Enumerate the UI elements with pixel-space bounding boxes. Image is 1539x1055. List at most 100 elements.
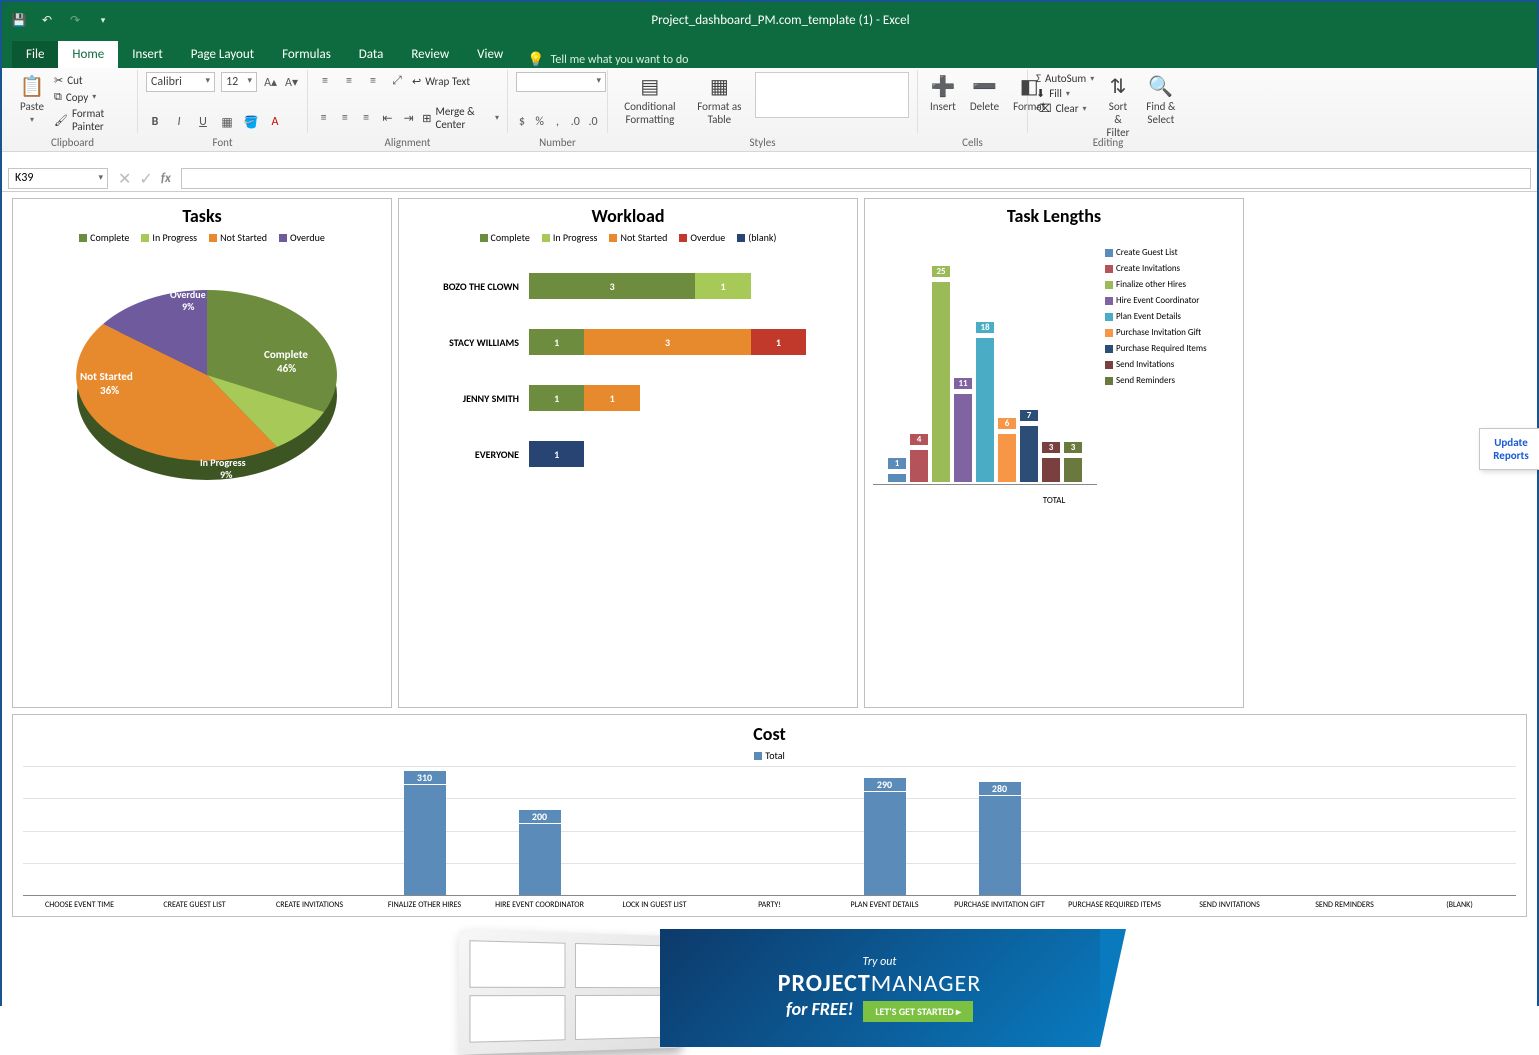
autosum-button[interactable]: ΣAutoSum▾ [1036, 72, 1094, 85]
increase-decimal-icon[interactable]: .0 [569, 113, 581, 131]
align-bottom-icon[interactable]: ≡ [364, 72, 382, 90]
workload-chart-panel[interactable]: Workload Complete In Progress Not Starte… [398, 198, 858, 708]
task-length-bar: 3 [1042, 458, 1060, 482]
orientation-icon[interactable]: ⤢ [388, 72, 406, 90]
task-length-legend-item: Purchase Invitation Gift [1105, 327, 1235, 338]
align-left-icon[interactable]: ≡ [316, 109, 331, 127]
paste-button[interactable]: 📋 Paste ▾ [16, 72, 48, 127]
indent-inc-icon[interactable]: ⇥ [401, 109, 416, 127]
cut-button[interactable]: ✂Cut [54, 74, 129, 87]
italic-button[interactable]: I [170, 113, 188, 131]
cost-x-label: SEND INVITATIONS [1173, 900, 1286, 910]
qat-dropdown-icon[interactable]: ▾ [94, 11, 112, 29]
cost-x-label: PURCHASE INVITATION GIFT [943, 900, 1056, 910]
conditional-formatting-button[interactable]: ▤Conditional Formatting [616, 72, 684, 128]
align-center-icon[interactable]: ≡ [337, 109, 352, 127]
clear-button[interactable]: ⌫Clear▾ [1036, 102, 1094, 115]
decrease-decimal-icon[interactable]: .0 [587, 113, 599, 131]
currency-icon[interactable]: $ [516, 113, 528, 131]
delete-cells-button[interactable]: ➖Delete [966, 72, 1003, 115]
name-box[interactable]: K39 [8, 168, 108, 189]
format-as-table-button[interactable]: ▦Format as Table [690, 72, 749, 128]
task-length-legend-item: Send Reminders [1105, 375, 1235, 386]
task-length-bar: 7 [1020, 426, 1038, 482]
cost-x-label: SEND REMINDERS [1288, 900, 1401, 910]
undo-icon[interactable]: ↶ [38, 11, 56, 29]
align-middle-icon[interactable]: ≡ [340, 72, 358, 90]
fx-icon[interactable]: fx [161, 171, 171, 186]
increase-font-icon[interactable]: A▴ [263, 73, 278, 91]
percent-icon[interactable]: % [534, 113, 546, 131]
format-painter-button[interactable]: 🖌Format Painter [54, 107, 129, 133]
task-length-bar: 1 [888, 474, 906, 482]
tab-data[interactable]: Data [345, 41, 398, 68]
tab-home[interactable]: Home [58, 41, 118, 68]
task-length-legend-item: Purchase Required Items [1105, 343, 1235, 354]
sigma-icon: Σ [1036, 72, 1041, 85]
tab-review[interactable]: Review [397, 41, 463, 68]
merge-center-button[interactable]: ⊞Merge & Center▾ [422, 105, 499, 131]
decrease-font-icon[interactable]: A▾ [284, 73, 299, 91]
group-editing: ΣAutoSum▾ ⬇Fill▾ ⌫Clear▾ ⇅Sort & Filter … [1028, 70, 1188, 133]
underline-button[interactable]: U [194, 113, 212, 131]
cost-chart-title: Cost [23, 719, 1516, 749]
number-format-select[interactable] [516, 72, 606, 92]
find-select-button[interactable]: 🔍Find & Select [1142, 72, 1180, 128]
tab-page-layout[interactable]: Page Layout [177, 41, 268, 68]
tell-me-label: Tell me what you want to do [551, 53, 689, 67]
cell-styles-gallery[interactable] [755, 72, 909, 118]
banner-cta-button[interactable]: LET'S GET STARTED ▸ [863, 1001, 973, 1022]
copy-icon: ⧉ [54, 90, 62, 104]
group-label-clipboard: Clipboard [8, 136, 137, 149]
delete-icon: ➖ [972, 74, 996, 98]
align-top-icon[interactable]: ≡ [316, 72, 334, 90]
comma-icon[interactable]: , [552, 113, 564, 131]
redo-icon[interactable]: ↷ [66, 11, 84, 29]
bold-button[interactable]: B [146, 113, 164, 131]
insert-cells-button[interactable]: ➕Insert [926, 72, 960, 115]
align-right-icon[interactable]: ≡ [359, 109, 374, 127]
tab-insert[interactable]: Insert [118, 41, 177, 68]
group-styles: ▤Conditional Formatting ▦Format as Table… [608, 70, 918, 133]
cost-x-label: PURCHASE REQUIRED ITEMS [1058, 900, 1171, 910]
wrap-text-button[interactable]: ↩Wrap Text [412, 75, 470, 88]
sort-filter-button[interactable]: ⇅Sort & Filter [1100, 72, 1136, 141]
cancel-formula-icon[interactable]: ✕ [118, 169, 131, 189]
save-icon[interactable]: 💾 [10, 11, 28, 29]
font-family-select[interactable]: Calibri [146, 72, 215, 92]
tell-me-search[interactable]: 💡 Tell me what you want to do [527, 51, 688, 68]
font-color-button[interactable]: A [266, 113, 284, 131]
promo-banner[interactable]: Try out PROJECTMANAGER for FREE!LET'S GE… [460, 929, 1080, 1049]
task-lengths-chart-panel[interactable]: Task Lengths 142511186733 Create Guest L… [864, 198, 1244, 708]
border-button[interactable]: ▦ [218, 113, 236, 131]
brush-icon: 🖌 [54, 114, 68, 127]
fill-button[interactable]: ⬇Fill▾ [1036, 87, 1094, 100]
group-label-styles: Styles [608, 136, 917, 149]
workload-chart-title: Workload [399, 199, 857, 231]
task-length-bar: 18 [976, 338, 994, 482]
indent-dec-icon[interactable]: ⇤ [380, 109, 395, 127]
cost-chart-panel[interactable]: Cost Total 310200290280 CHOOSE EVENT TIM… [12, 714, 1527, 917]
tab-file[interactable]: File [12, 41, 58, 68]
formula-bar: K39 ✕ ✓ fx [2, 166, 1537, 192]
cost-bar: 290 [864, 792, 906, 895]
scissors-icon: ✂ [54, 74, 63, 87]
tab-view[interactable]: View [463, 41, 517, 68]
merge-icon: ⊞ [422, 112, 431, 125]
copy-button[interactable]: ⧉Copy▾ [54, 90, 129, 104]
update-reports-button[interactable]: Update Reports [1479, 428, 1539, 470]
group-number: $ % , .0 .0 Number [508, 70, 608, 133]
font-size-select[interactable]: 12 [221, 72, 257, 92]
formula-input[interactable] [181, 168, 1531, 189]
tab-formulas[interactable]: Formulas [268, 41, 345, 68]
tasks-chart-panel[interactable]: Tasks Complete In Progress Not Started O… [12, 198, 392, 708]
group-cells: ➕Insert ➖Delete ◧Format Cells [918, 70, 1028, 133]
group-alignment: ≡ ≡ ≡ ⤢ ↩Wrap Text ≡ ≡ ≡ ⇤ ⇥ ⊞Merge & Ce… [308, 70, 508, 133]
cost-x-labels: CHOOSE EVENT TIMECREATE GUEST LISTCREATE… [23, 900, 1516, 910]
enter-formula-icon[interactable]: ✓ [139, 169, 152, 189]
cost-bar: 200 [519, 824, 561, 895]
group-label-number: Number [508, 136, 607, 149]
workload-segment: 1 [751, 329, 806, 355]
fill-color-button[interactable]: 🪣 [242, 113, 260, 131]
tasks-pie-chart: Complete 46% In Progress 9% Not Started … [32, 250, 372, 500]
